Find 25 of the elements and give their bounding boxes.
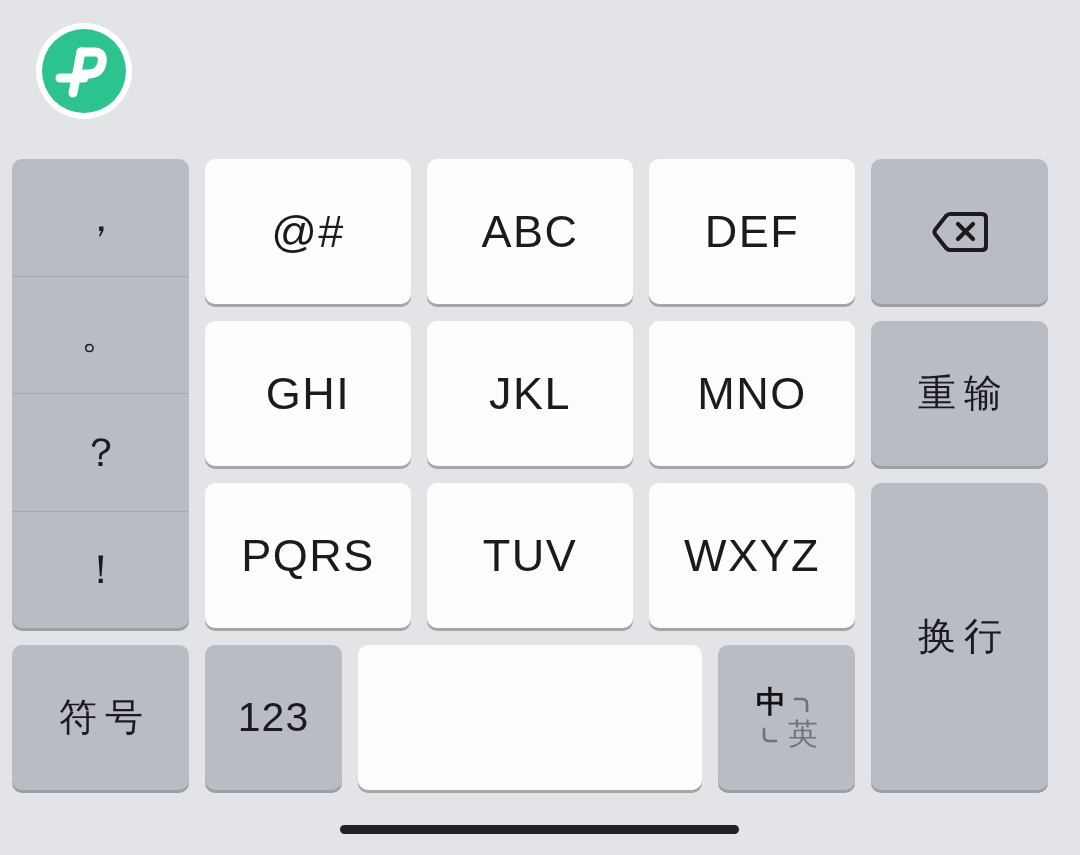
language-option: 英 <box>786 717 819 750</box>
letter-key[interactable]: MNO <box>649 321 855 466</box>
letter-key[interactable]: PQRS <box>205 483 411 628</box>
corner-arc-icon <box>761 726 778 743</box>
punctuation-key[interactable]: ？ <box>12 393 189 511</box>
punctuation-key[interactable]: ， <box>12 159 189 276</box>
letter-key[interactable]: DEF <box>649 159 855 304</box>
letter-key[interactable]: WXYZ <box>649 483 855 628</box>
number-key[interactable]: 123 <box>205 645 342 790</box>
punctuation-key[interactable]: ！ <box>12 510 189 628</box>
letter-key[interactable]: JKL <box>427 321 633 466</box>
corner-arc-icon <box>792 696 809 713</box>
punctuation-key[interactable]: 。 <box>12 275 189 393</box>
letter-key[interactable]: TUV <box>427 483 633 628</box>
symbol-key[interactable]: 符号 <box>12 645 189 790</box>
language-toggle-key[interactable]: 中 英 <box>718 645 855 790</box>
backspace-icon <box>931 211 988 252</box>
reset-key[interactable]: 重输 <box>871 321 1048 466</box>
app-logo-icon[interactable] <box>36 23 132 119</box>
language-option: 中 <box>754 685 787 718</box>
letter-key[interactable]: GHI <box>205 321 411 466</box>
letter-key[interactable]: @# <box>205 159 411 304</box>
enter-key[interactable]: 换行 <box>871 483 1048 790</box>
letter-key[interactable]: ABC <box>427 159 633 304</box>
backspace-key[interactable] <box>871 159 1048 304</box>
